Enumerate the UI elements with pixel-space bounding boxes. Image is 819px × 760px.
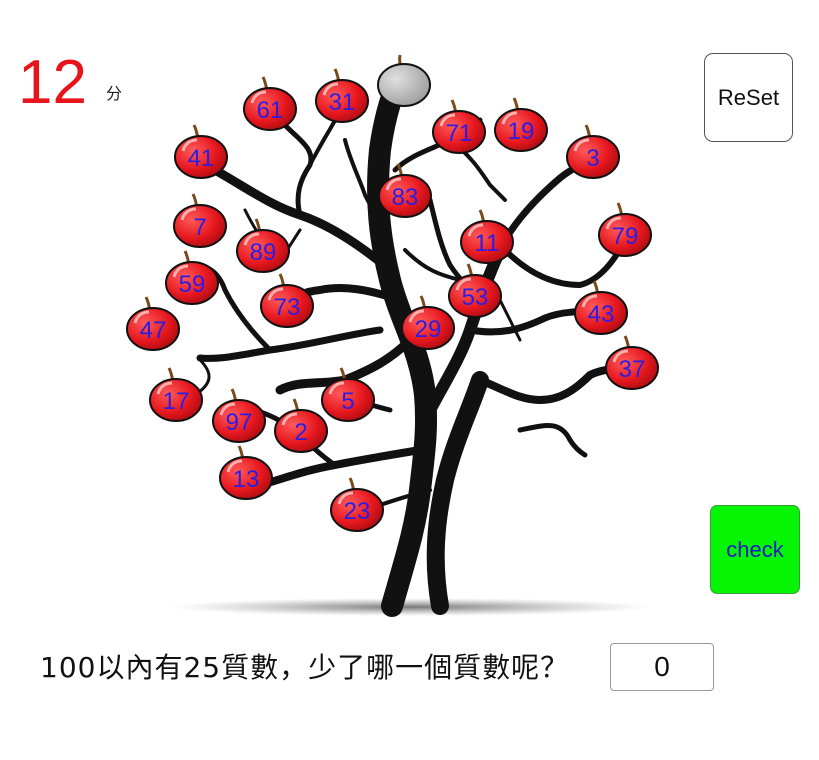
ground-shadow	[170, 598, 650, 616]
apple-41[interactable]: 41	[174, 124, 228, 179]
apple-number: 97	[226, 409, 253, 436]
tree-scene: 61 31 41 71 19 3 83 7 89 11 79 59 73 53 47 29 43 37 17 5 97 2…	[126, 54, 659, 617]
apple-29[interactable]: 29	[401, 295, 455, 350]
apple-number: 31	[329, 89, 356, 116]
apple-23[interactable]: 23	[330, 477, 384, 532]
apple-number: 37	[619, 356, 646, 383]
apple-number: 13	[233, 466, 260, 493]
apple-number: 23	[344, 498, 371, 525]
apple-89[interactable]: 89	[236, 218, 290, 273]
apple-13[interactable]: 13	[219, 445, 273, 500]
apple-number: 71	[446, 120, 473, 147]
question-text: 100以內有25質數，少了哪一個質數呢？	[40, 651, 570, 684]
apple-47[interactable]: 47	[126, 296, 180, 351]
apple-2[interactable]: 2	[274, 398, 328, 453]
apple-number: 73	[274, 294, 301, 321]
grey-apple-icon	[377, 54, 431, 107]
apple-number: 79	[612, 223, 639, 250]
apple-number: 17	[163, 388, 190, 415]
apple-59[interactable]: 59	[165, 250, 219, 305]
apple-number: 83	[392, 184, 419, 211]
apple-73[interactable]: 73	[260, 273, 314, 328]
apple-number: 61	[257, 97, 284, 124]
apple-71[interactable]: 71	[432, 99, 486, 154]
apple-number: 43	[588, 301, 615, 328]
apple-17[interactable]: 17	[149, 367, 203, 422]
apple-number: 11	[475, 230, 500, 257]
apple-number: 29	[415, 316, 442, 343]
apple-11[interactable]: 11	[460, 209, 514, 264]
apple-number: 53	[462, 284, 489, 311]
apple-number: 19	[508, 118, 535, 145]
answer-input[interactable]	[610, 643, 714, 691]
apple-number: 41	[188, 145, 215, 172]
apple-number: 2	[294, 419, 307, 446]
apple-number: 3	[586, 145, 599, 172]
apple-31[interactable]: 31	[315, 68, 369, 123]
apple-19[interactable]: 19	[494, 97, 548, 152]
apple-7[interactable]: 7	[173, 193, 227, 248]
apple-number: 89	[250, 239, 277, 266]
apple-number: 59	[179, 271, 206, 298]
apple-number: 5	[341, 388, 354, 415]
apple-number: 47	[140, 317, 167, 344]
apple-number: 7	[193, 214, 206, 241]
apple-43[interactable]: 43	[574, 280, 628, 335]
apple-97[interactable]: 97	[212, 388, 266, 443]
apple-61[interactable]: 61	[243, 76, 297, 131]
apple-3[interactable]: 3	[566, 124, 620, 179]
apple-79[interactable]: 79	[598, 202, 652, 257]
apple-37[interactable]: 37	[605, 335, 659, 390]
